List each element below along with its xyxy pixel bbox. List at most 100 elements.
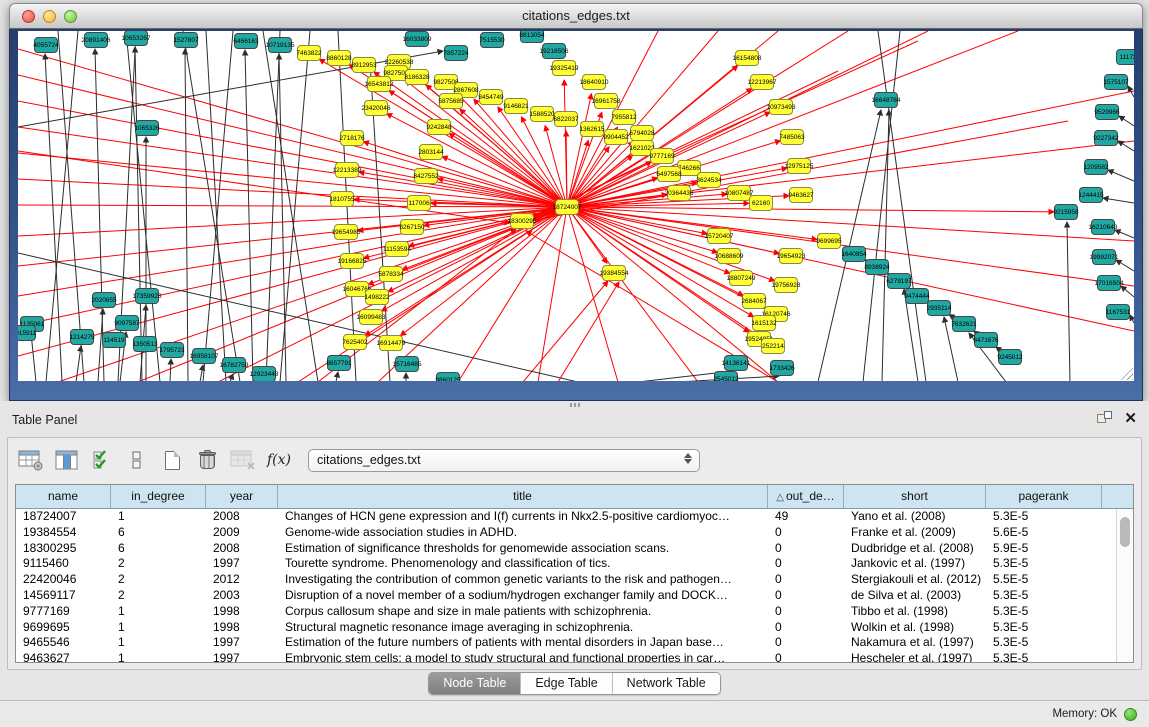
graph-node[interactable]: 19218506 <box>540 44 569 59</box>
graph-node[interactable]: 8454749 <box>478 90 504 105</box>
graph-node[interactable]: 1065326 <box>134 121 160 136</box>
graph-node[interactable]: 1350513 <box>132 337 158 352</box>
graph-node[interactable]: 9146821 <box>503 99 529 114</box>
graph-node[interactable]: 9242848 <box>426 120 452 135</box>
graph-node[interactable]: 2684067 <box>741 294 767 309</box>
graph-node[interactable]: 8860128 <box>326 51 352 66</box>
zoom-button[interactable] <box>64 10 77 23</box>
graph-node[interactable]: 3624534 <box>696 173 722 188</box>
graph-node[interactable]: 16961758 <box>592 94 621 109</box>
table-settings-icon[interactable] <box>18 447 44 473</box>
graph-node[interactable]: 12923448 <box>250 367 279 382</box>
graph-node[interactable]: 6497568 <box>656 167 682 182</box>
graph-node[interactable]: 9227342 <box>1093 131 1119 146</box>
tab-edge-table[interactable]: Edge Table <box>520 673 611 694</box>
graph-node[interactable]: 1615132 <box>751 316 777 331</box>
graph-node[interactable]: 16033809 <box>403 32 432 47</box>
graph-node[interactable]: 62160 <box>750 196 773 211</box>
graph-node[interactable]: 2545012 <box>713 372 739 382</box>
graph-node[interactable]: 14136141 <box>722 356 751 371</box>
graph-node[interactable]: 10719135 <box>266 38 295 53</box>
graph-node[interactable]: 8912953 <box>351 58 377 73</box>
split-divider-handle[interactable] <box>570 403 580 407</box>
column-header-out_de[interactable]: △out_de… <box>768 485 844 508</box>
graph-node[interactable]: 11172 <box>1117 50 1135 65</box>
graph-node[interactable]: 2020655 <box>91 293 117 308</box>
graph-node[interactable]: 2935114 <box>927 301 952 316</box>
close-button[interactable] <box>22 10 35 23</box>
graph-node[interactable]: 12975125 <box>785 159 814 174</box>
graph-node[interactable]: 9463627 <box>788 188 814 203</box>
window-titlebar[interactable]: citations_edges.txt <box>9 3 1143 29</box>
graph-node[interactable]: 8938924 <box>864 260 890 275</box>
graph-node[interactable]: 114519 <box>103 333 126 348</box>
column-header-year[interactable]: year <box>206 485 278 508</box>
graph-node[interactable]: 10688609 <box>715 249 744 264</box>
graph-node[interactable]: 18300295 <box>508 214 537 229</box>
graph-node[interactable]: 6279197 <box>886 274 912 289</box>
graph-node[interactable]: 1733426 <box>769 361 795 376</box>
graph-node[interactable]: 6794028 <box>629 126 655 141</box>
graph-node[interactable]: 19654985 <box>332 225 361 240</box>
graph-node[interactable]: 1214275 <box>69 330 95 345</box>
scrollbar-thumb[interactable] <box>1120 517 1130 547</box>
graph-node[interactable]: 9904452 <box>603 130 629 145</box>
float-panel-icon[interactable] <box>1097 411 1112 426</box>
graph-node[interactable]: 11153594 <box>383 242 411 257</box>
graph-node[interactable]: 19992071 <box>1090 250 1119 265</box>
graph-node[interactable]: 10653267 <box>122 31 151 46</box>
graph-node[interactable]: 16958107 <box>190 349 219 364</box>
function-builder-icon[interactable]: f(x) <box>267 447 291 473</box>
graph-node[interactable]: 117006 <box>408 196 431 211</box>
graph-node[interactable]: 8186328 <box>404 70 430 85</box>
graph-node[interactable]: 8427552 <box>413 169 439 184</box>
graph-node[interactable]: 16543812 <box>365 77 394 92</box>
row-options-icon[interactable] <box>125 447 149 473</box>
graph-node[interactable]: 16099483 <box>357 310 386 325</box>
table-row[interactable]: 946362711997Embryonic stem cells: a mode… <box>16 651 1116 662</box>
tab-network-table[interactable]: Network Table <box>612 673 720 694</box>
vertical-scrollbar[interactable] <box>1116 509 1133 662</box>
graph-node[interactable]: 1498222 <box>364 290 390 305</box>
graph-node[interactable]: 18724007 <box>553 200 582 215</box>
table-row[interactable]: 2242004622012Investigating the contribut… <box>16 572 1116 588</box>
graph-node[interactable]: 9215958 <box>1053 205 1079 220</box>
minimize-button[interactable] <box>43 10 56 23</box>
network-canvas[interactable]: 1872400718300295746382288601288912953222… <box>18 31 1134 381</box>
graph-node[interactable]: 8813054 <box>519 31 545 43</box>
graph-node[interactable]: 18807249 <box>727 271 756 286</box>
table-row[interactable]: 1456911722003Disruption of a novel membe… <box>16 588 1116 604</box>
column-header-short[interactable]: short <box>844 485 986 508</box>
graph-node[interactable]: 6822037 <box>553 112 579 127</box>
graph-node[interactable]: 18640910 <box>580 75 609 90</box>
graph-node[interactable]: 7485063 <box>779 130 805 145</box>
column-header-pagerank[interactable]: pagerank <box>986 485 1102 508</box>
graph-node[interactable]: 9097587 <box>114 316 140 331</box>
show-columns-icon[interactable] <box>55 447 79 473</box>
graph-node[interactable]: 16914479 <box>377 336 406 351</box>
tab-node-table[interactable]: Node Table <box>429 673 520 694</box>
graph-node[interactable]: 19756928 <box>772 278 801 293</box>
graph-node[interactable]: 1527807 <box>173 33 199 48</box>
graph-node[interactable]: 9777169 <box>649 149 675 164</box>
graph-node[interactable]: 1795723 <box>159 343 185 358</box>
table-row[interactable]: 946554611997Estimation of the future num… <box>16 635 1116 651</box>
graph-node[interactable]: 1209582 <box>1083 160 1109 175</box>
column-header-in_degree[interactable]: in_degree <box>111 485 206 508</box>
graph-node[interactable]: 7463822 <box>296 46 322 61</box>
graph-node[interactable]: 20364436 <box>665 186 694 201</box>
graph-node[interactable]: 15716485 <box>393 357 422 372</box>
graph-node[interactable]: 19384554 <box>600 266 629 281</box>
graph-node[interactable]: 19654923 <box>777 249 806 264</box>
graph-node[interactable]: 9474444 <box>904 289 930 304</box>
graph-node[interactable]: 23420046 <box>362 101 391 116</box>
graph-node[interactable]: 17016504 <box>1095 276 1124 291</box>
column-header-name[interactable]: name <box>16 485 111 508</box>
graph-node[interactable]: 7515530 <box>479 33 505 48</box>
graph-node[interactable]: 20891406 <box>82 33 111 48</box>
select-rows-icon[interactable] <box>90 447 114 473</box>
graph-node[interactable]: 1588520 <box>529 107 555 122</box>
graph-node[interactable]: 10973493 <box>767 100 796 115</box>
graph-node[interactable]: 7857224 <box>443 46 469 61</box>
graph-node[interactable]: 7625402 <box>342 335 368 350</box>
